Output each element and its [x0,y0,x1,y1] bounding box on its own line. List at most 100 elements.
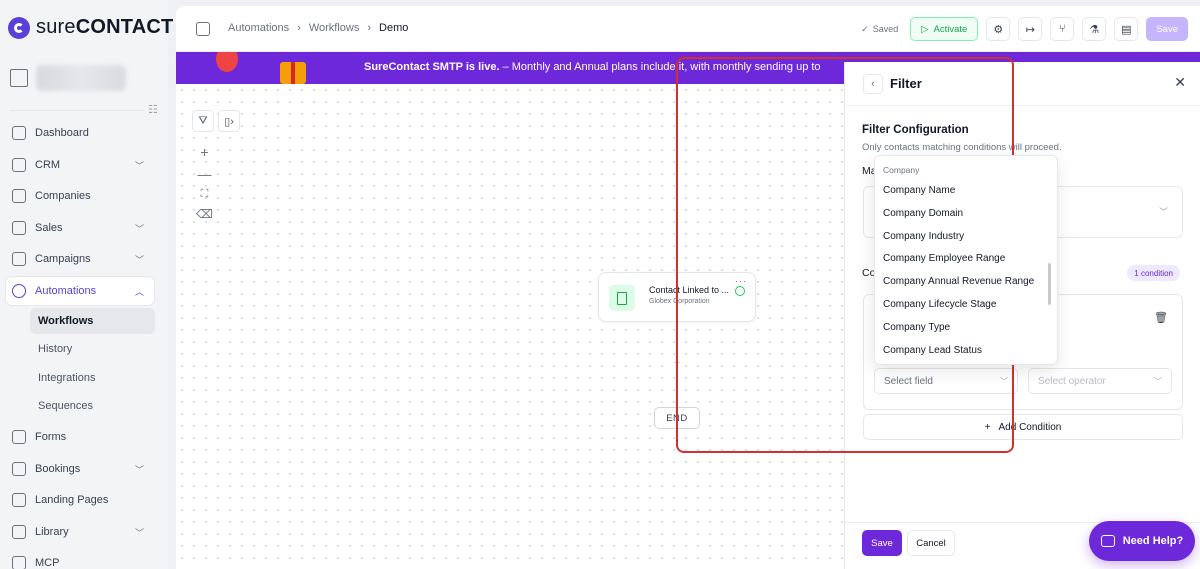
zoom-controls: + — ⛶ ⌫ [196,144,213,221]
dropdown-option[interactable]: Company Type [883,322,950,333]
dropdown-option[interactable]: Company Name [883,185,955,196]
crm-icon [12,158,26,172]
sidebar-item-label: Companies [35,190,91,202]
workspace-switcher[interactable] [10,60,160,96]
sidebar-item-companies[interactable]: Companies [6,182,154,210]
sidebar: sureCONTACT ☷ Dashboard CRM ﹀ Companies S… [0,0,173,569]
sidebar-item-label: Campaigns [35,253,91,265]
dropdown-option[interactable]: Company Lead Status [883,345,982,356]
dropdown-group-label: Company [883,165,920,175]
sidebar-item-mcp[interactable]: MCP [6,549,154,569]
sidebar-item-label: Automations [35,285,97,297]
sidebar-sub-integrations[interactable]: Integrations [30,365,155,391]
sidebar-collapse-icon[interactable]: ☷ [148,103,158,116]
sidebar-sub-sequences[interactable]: Sequences [30,393,155,419]
brand-logo[interactable]: sureCONTACT [8,16,173,39]
sidebar-item-forms[interactable]: Forms [6,423,154,451]
sidebar-item-automations[interactable]: Automations ︿ [6,277,154,305]
settings-gear-icon[interactable]: ⚙ [986,17,1011,41]
sidebar-item-dashboard[interactable]: Dashboard [6,119,154,147]
library-icon [12,525,26,539]
branch-icon[interactable]: ⑂ [1050,17,1075,41]
automation-icon [12,284,26,298]
form-icon [12,430,26,444]
dropdown-option[interactable]: Company Annual Revenue Range [883,276,1034,287]
field-dropdown-menu: Company Company Name Company Domain Comp… [874,155,1058,365]
zoom-in-icon[interactable]: + [200,144,208,160]
sidebar-item-crm[interactable]: CRM ﹀ [6,151,154,179]
need-help-button[interactable]: Need Help? [1089,521,1195,561]
saved-status: ✓ Saved [861,23,899,35]
close-icon[interactable]: ✕ [1174,74,1186,91]
activate-button[interactable]: ▷ Activate [910,17,979,41]
breadcrumb-current: Demo [379,22,409,34]
select-operator-dropdown[interactable]: Select operator ﹀ [1028,368,1172,394]
building-icon [12,189,26,203]
chat-bubble-icon [1100,535,1115,547]
flask-icon[interactable]: ⚗ [1082,17,1107,41]
mcp-icon [12,556,26,569]
breadcrumb: Automations › Workflows › Demo [228,22,408,34]
balloon-icon [216,52,238,72]
sidebar-item-bookings[interactable]: Bookings ﹀ [6,455,154,483]
sidebar-item-label: Library [35,526,69,538]
chevron-down-icon: ﹀ [1154,376,1162,386]
sidebar-item-label: MCP [35,557,60,569]
delay-icon[interactable]: ▯› [218,110,240,132]
layout-icon [12,493,26,507]
condition-count-badge: 1 condition [1127,265,1180,281]
calendar-icon [12,462,26,476]
top-bar: Automations › Workflows › Demo ✓ Saved ▷ A… [176,6,1200,52]
layout-panel-icon[interactable]: ▤ [1114,17,1139,41]
trash-icon[interactable]: 🗑 [1154,311,1168,324]
dropdown-option[interactable]: Company Industry [883,231,964,242]
breadcrumb-separator-icon: › [297,22,301,34]
fit-view-icon[interactable]: ⛶ [201,188,209,201]
drawer-cancel-button[interactable]: Cancel [907,530,955,556]
sidebar-item-label: Forms [35,431,67,443]
logo-text-light: sure [36,16,76,38]
play-icon: ▷ [921,23,929,35]
breadcrumb-workflows[interactable]: Workflows [309,22,360,34]
exit-icon[interactable]: ↦ [1018,17,1043,41]
dropdown-scrollbar[interactable] [1048,263,1051,305]
logo-icon [8,16,30,39]
sidebar-divider [10,110,144,111]
sidebar-item-landing-pages[interactable]: Landing Pages [6,486,154,514]
chevron-down-icon: ﹀ [134,527,144,538]
sidebar-item-label: Bookings [35,463,81,475]
drawer-save-button[interactable]: Save [862,530,902,556]
sidebar-item-label: Sales [35,222,63,234]
dropdown-option[interactable]: Company Lifecycle Stage [883,299,996,310]
dashboard-icon [12,126,26,140]
sidebar-item-label: Dashboard [35,127,89,139]
sidebar-item-label: CRM [35,159,61,171]
zoom-out-icon[interactable]: — [197,166,211,182]
building-icon [609,285,635,311]
chevron-down-icon: ﹀ [134,223,144,234]
sidebar-sub-workflows[interactable]: Workflows [30,308,155,334]
sidebar-item-sales[interactable]: Sales ﹀ [6,214,154,242]
filter-funnel-icon[interactable]: ⛛ [192,110,214,132]
sidebar-sub-history[interactable]: History [30,336,155,362]
chevron-down-icon: ﹀ [134,464,144,475]
sidebar-item-label: Landing Pages [35,494,109,506]
eraser-icon[interactable]: ⌫ [196,207,213,221]
sidebar-item-campaigns[interactable]: Campaigns ﹀ [6,245,154,273]
chevron-down-icon: ﹀ [134,254,144,265]
chevron-up-icon: ︿ [134,286,144,297]
gift-icon [280,62,306,84]
breadcrumb-separator-icon: › [367,22,372,34]
megaphone-icon [12,252,26,266]
save-button[interactable]: Save [1146,17,1188,41]
dropdown-option[interactable]: Company Domain [883,208,963,219]
canvas-toolbar: ⛛ ▯› [192,110,240,132]
breadcrumb-automations[interactable]: Automations [228,22,289,34]
dropdown-option[interactable]: Company Employee Range [883,253,1005,264]
top-actions: ✓ Saved ▷ Activate ⚙ ↦ ⑂ ⚗ ▤ Save [861,17,1188,41]
chevron-down-icon: ﹀ [1158,207,1168,217]
sidebar-item-library[interactable]: Library ﹀ [6,518,154,546]
building-icon [10,69,28,87]
sidebar-toggle-icon[interactable] [196,22,210,36]
workspace-name-blurred [36,65,126,91]
